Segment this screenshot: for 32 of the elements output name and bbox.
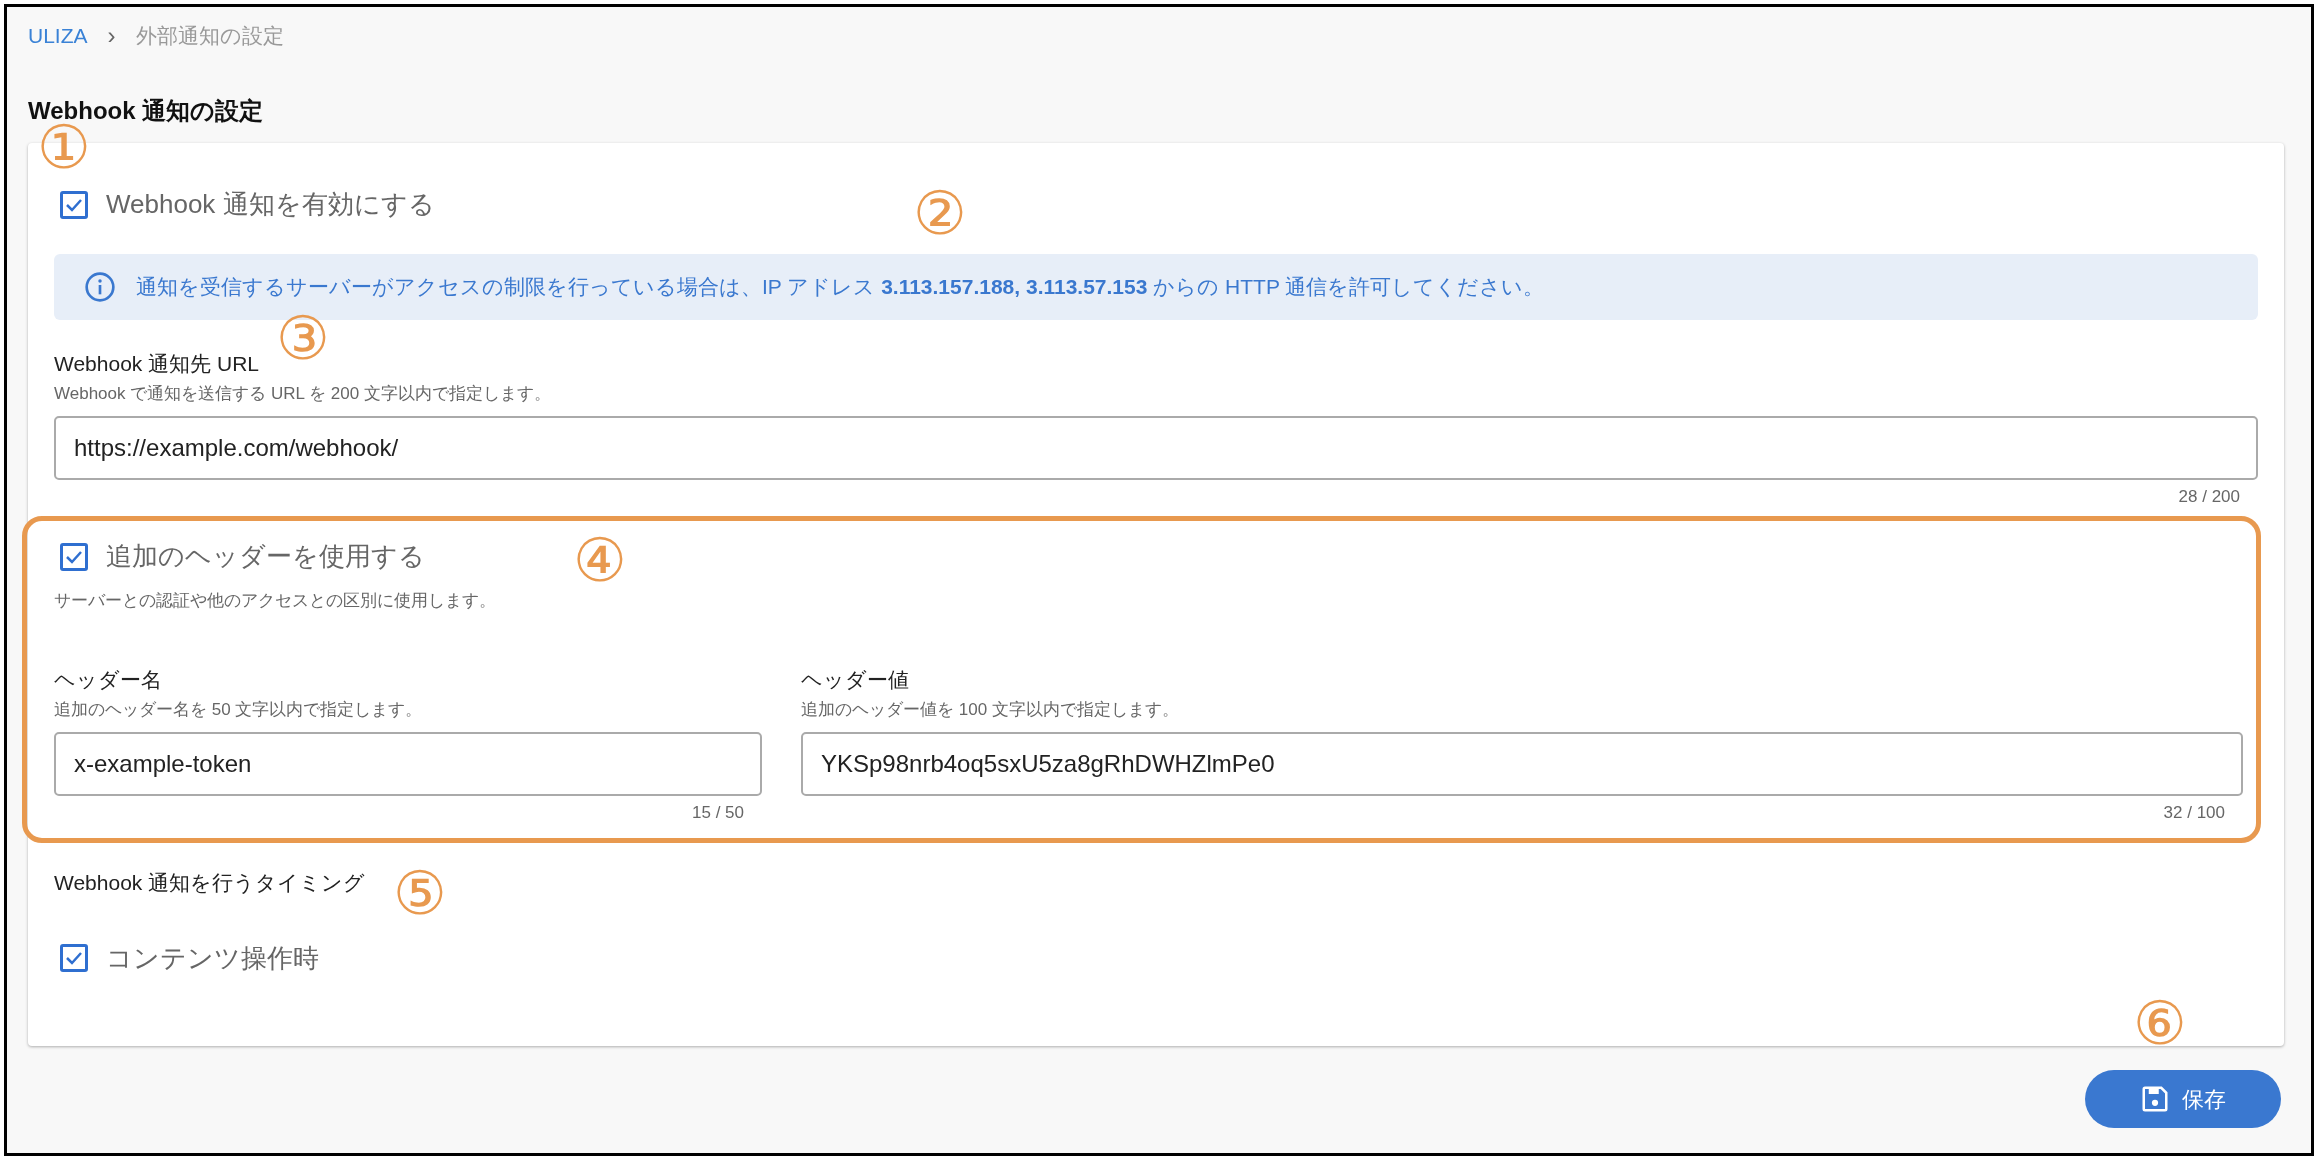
text-field[interactable]: YKSp98nrb4oq5sxU5za8gRhDWHZlmPe0 <box>801 731 2243 796</box>
breadcrumb-separator: › <box>107 21 116 51</box>
annotation-number: ② <box>913 183 967 243</box>
breadcrumb-link[interactable]: ULIZA <box>28 20 88 52</box>
save-button[interactable]: 保存 <box>2085 1070 2281 1128</box>
field-label: Webhook 通知先 URL <box>54 351 261 377</box>
breadcrumb-current: 外部通知の設定 <box>135 23 284 50</box>
annotation-number: ⑤ <box>393 863 447 923</box>
checkbox[interactable] <box>60 542 88 571</box>
info-icon <box>84 271 116 303</box>
field-label: ヘッダー名 <box>54 666 163 693</box>
checkbox[interactable] <box>60 944 88 972</box>
page-title: Webhook 通知の設定 <box>28 96 265 124</box>
checkbox[interactable] <box>60 190 88 219</box>
helper-text: Webhook で通知を送信する URL を 200 文字以内で指定します。 <box>54 383 552 405</box>
annotation-number: ④ <box>573 530 627 590</box>
annotation-number: ③ <box>276 308 330 368</box>
character-counter: 28 / 200 <box>2178 486 2240 508</box>
checkbox-label: コンテンツ操作時 <box>106 941 319 975</box>
checkbox-label: Webhook 通知を有効にする <box>106 188 435 221</box>
helper-text: サーバーとの認証や他のアクセスとの区別に使用します。 <box>54 590 497 612</box>
text-field[interactable]: https://example.com/webhook/ <box>54 416 2258 480</box>
section-label: Webhook 通知を行うタイミング <box>54 870 366 896</box>
character-counter: 32 / 100 <box>2163 801 2225 824</box>
text-field[interactable]: x-example-token <box>54 731 762 796</box>
annotation-number: ⑥ <box>2133 993 2187 1053</box>
info-text: 通知を受信するサーバーがアクセスの制限を行っている場合は、IP アドレス 3.113.157.188, 3.113.57.153 からの HTTP 通信を許可してください。 <box>136 274 1545 301</box>
checkbox-label: 追加のヘッダーを使用する <box>106 540 425 573</box>
helper-text: 追加のヘッダー値を 100 文字以内で指定します。 <box>801 698 1180 721</box>
character-counter: 15 / 50 <box>692 801 744 824</box>
field-label: ヘッダー値 <box>801 666 910 693</box>
helper-text: 追加のヘッダー名を 50 文字以内で指定します。 <box>54 698 424 721</box>
